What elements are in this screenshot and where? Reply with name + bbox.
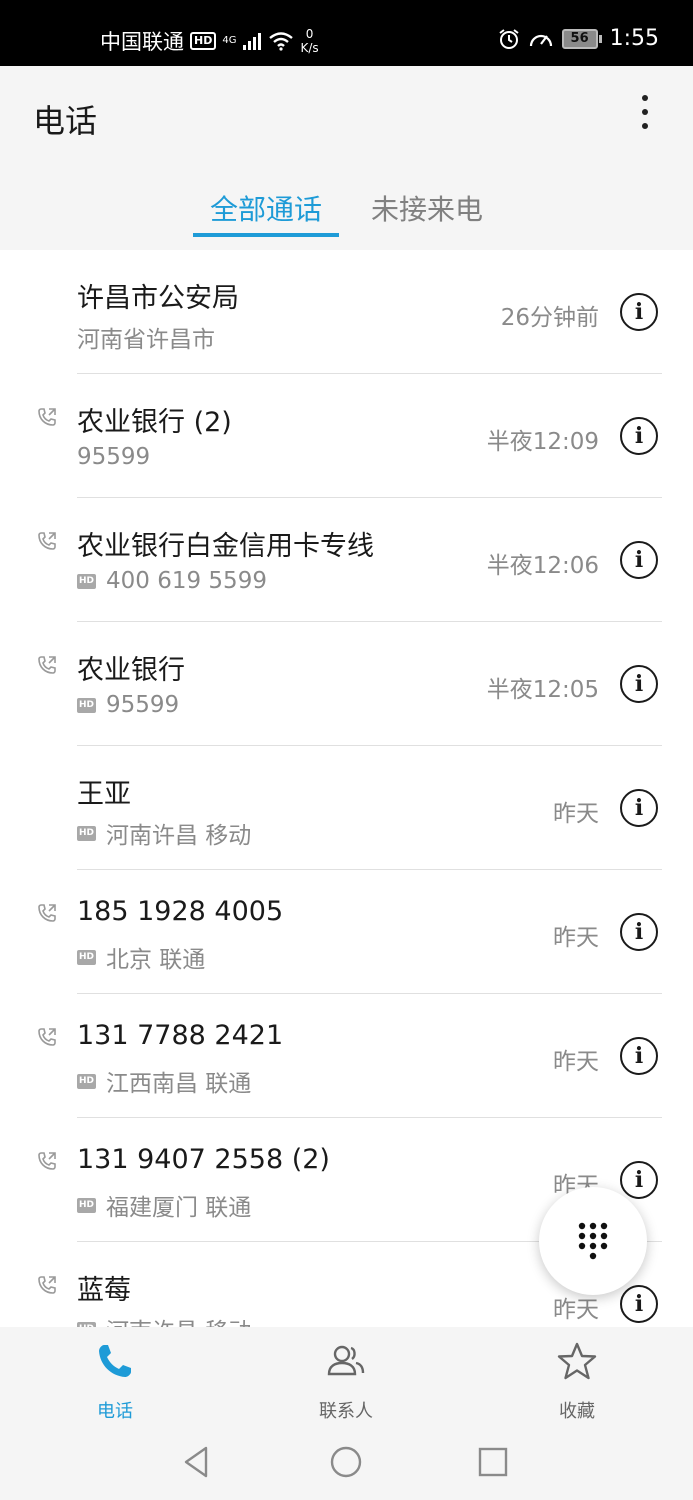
call-time: 半夜12:09: [486, 429, 599, 455]
hd-call-icon: HD: [77, 697, 96, 713]
outgoing-call-icon: [38, 1276, 56, 1294]
system-navigation-bar: [0, 1426, 693, 1500]
more-dot-icon: [642, 95, 648, 101]
contact-detail: 95599: [77, 444, 151, 470]
tab-all-calls[interactable]: 全部通话: [193, 188, 339, 228]
home-icon[interactable]: [328, 1444, 364, 1480]
contact-name: 131 7788 2421: [77, 1020, 284, 1051]
status-left: 中国联通 HD 4G 0 K/s: [100, 26, 319, 56]
call-time: 昨天: [553, 1297, 599, 1323]
outgoing-call-icon: [38, 1152, 56, 1170]
alarm-icon: [498, 28, 519, 49]
call-time: 昨天: [553, 1049, 599, 1075]
info-button[interactable]: i: [620, 417, 658, 455]
call-time: 半夜12:05: [486, 677, 599, 703]
call-time: 昨天: [553, 801, 599, 827]
call-log-row[interactable]: 许昌市公安局 河南省许昌市 26分钟前 i: [0, 250, 693, 374]
call-log-row[interactable]: 农业银行 (2) 95599 半夜12:09 i: [0, 374, 693, 498]
outgoing-call-icon: [38, 904, 56, 922]
battery-icon: 56: [561, 28, 602, 49]
tab-missed-calls[interactable]: 未接来电: [356, 188, 498, 228]
call-log-row[interactable]: 农业银行 HD 95599 半夜12:05 i: [0, 622, 693, 746]
hd-voice-icon: HD: [190, 32, 217, 50]
contact-detail: HD 福建厦门 联通: [77, 1195, 252, 1221]
info-button[interactable]: i: [620, 1285, 658, 1323]
hd-call-icon: HD: [77, 1073, 96, 1089]
info-button[interactable]: i: [620, 293, 658, 331]
star-icon: [557, 1342, 597, 1380]
nav-contacts[interactable]: 联系人: [286, 1341, 406, 1423]
hd-call-icon: HD: [77, 1197, 96, 1213]
info-button[interactable]: i: [620, 789, 658, 827]
outgoing-call-icon: [38, 1028, 56, 1046]
wifi-icon: [269, 32, 294, 51]
contact-detail: HD 江西南昌 联通: [77, 1071, 252, 1097]
network-speed: 0 K/s: [300, 27, 319, 55]
nav-phone[interactable]: 电话: [55, 1341, 175, 1423]
status-right: 56 1:55: [498, 26, 659, 51]
nav-favorites-label: 收藏: [559, 1401, 595, 1422]
contact-name: 蓝莓: [77, 1275, 131, 1306]
status-bar: 中国联通 HD 4G 0 K/s 56 1:55: [0, 0, 693, 66]
call-log-row[interactable]: 185 1928 4005 HD 北京 联通 昨天 i: [0, 870, 693, 994]
more-options-button[interactable]: [635, 92, 655, 132]
contact-detail: HD 400 619 5599: [77, 568, 267, 594]
nav-contacts-label: 联系人: [319, 1401, 373, 1422]
contact-name: 许昌市公安局: [77, 283, 239, 314]
info-button[interactable]: i: [620, 1037, 658, 1075]
contact-name: 185 1928 4005: [77, 896, 284, 927]
call-log-row[interactable]: 农业银行白金信用卡专线 HD 400 619 5599 半夜12:06 i: [0, 498, 693, 622]
outgoing-call-icon: [38, 408, 56, 426]
hd-call-icon: HD: [77, 573, 96, 589]
call-time: 26分钟前: [500, 305, 599, 331]
contacts-icon: [327, 1345, 365, 1376]
clock: 1:55: [609, 26, 659, 51]
nav-phone-label: 电话: [97, 1401, 133, 1422]
info-button[interactable]: i: [620, 665, 658, 703]
contact-name: 王亚: [77, 779, 131, 810]
contact-name: 农业银行白金信用卡专线: [77, 531, 374, 562]
call-time: 半夜12:06: [486, 553, 599, 579]
info-button[interactable]: i: [620, 1161, 658, 1199]
bottom-navigation: 电话 联系人 收藏: [0, 1327, 693, 1426]
speedometer-icon: [529, 34, 552, 46]
tab-active-indicator: [193, 233, 339, 237]
outgoing-call-icon: [38, 656, 56, 674]
tab-bar: 全部通话 未接来电: [0, 184, 693, 250]
contact-detail: HD河南许昌 移动: [77, 823, 252, 849]
more-dot-icon: [642, 123, 648, 129]
call-time: 昨天: [553, 925, 599, 951]
call-log-row[interactable]: 131 7788 2421 HD 江西南昌 联通 昨天 i: [0, 994, 693, 1118]
contact-name: 农业银行: [77, 655, 185, 686]
contact-detail: HD河南许昌 移动: [77, 1312, 251, 1327]
info-button[interactable]: i: [620, 541, 658, 579]
hd-call-icon: HD: [77, 825, 96, 841]
nav-favorites[interactable]: 收藏: [517, 1341, 637, 1423]
call-log-row[interactable]: 王亚 HD 河南许昌 移动 昨天 i: [0, 746, 693, 870]
network-type: 4G: [222, 35, 237, 46]
dialpad-icon: [578, 1222, 608, 1260]
recents-icon[interactable]: [475, 1444, 511, 1480]
contact-detail: HD 95599: [77, 692, 180, 718]
phone-icon: [99, 1345, 131, 1377]
carrier-name: 中国联通: [100, 30, 184, 54]
app-bar: 电话 全部通话 未接来电: [0, 66, 693, 250]
back-icon[interactable]: [180, 1444, 216, 1480]
contact-name: 131 9407 2558 (2): [77, 1144, 330, 1175]
hd-call-icon: HD: [77, 949, 96, 965]
contact-detail: HD 北京 联通: [77, 947, 206, 973]
contact-name: 农业银行 (2): [77, 407, 232, 438]
outgoing-call-icon: [38, 532, 56, 550]
signal-icon: [243, 33, 262, 50]
info-button[interactable]: i: [620, 913, 658, 951]
more-dot-icon: [642, 109, 648, 115]
call-log-list[interactable]: 许昌市公安局 河南省许昌市 26分钟前 i 农业银行 (2) 95599 半夜1…: [0, 250, 693, 1327]
contact-detail: 河南省许昌市: [77, 327, 215, 353]
page-title: 电话: [33, 102, 98, 140]
dialpad-button[interactable]: [539, 1187, 647, 1295]
